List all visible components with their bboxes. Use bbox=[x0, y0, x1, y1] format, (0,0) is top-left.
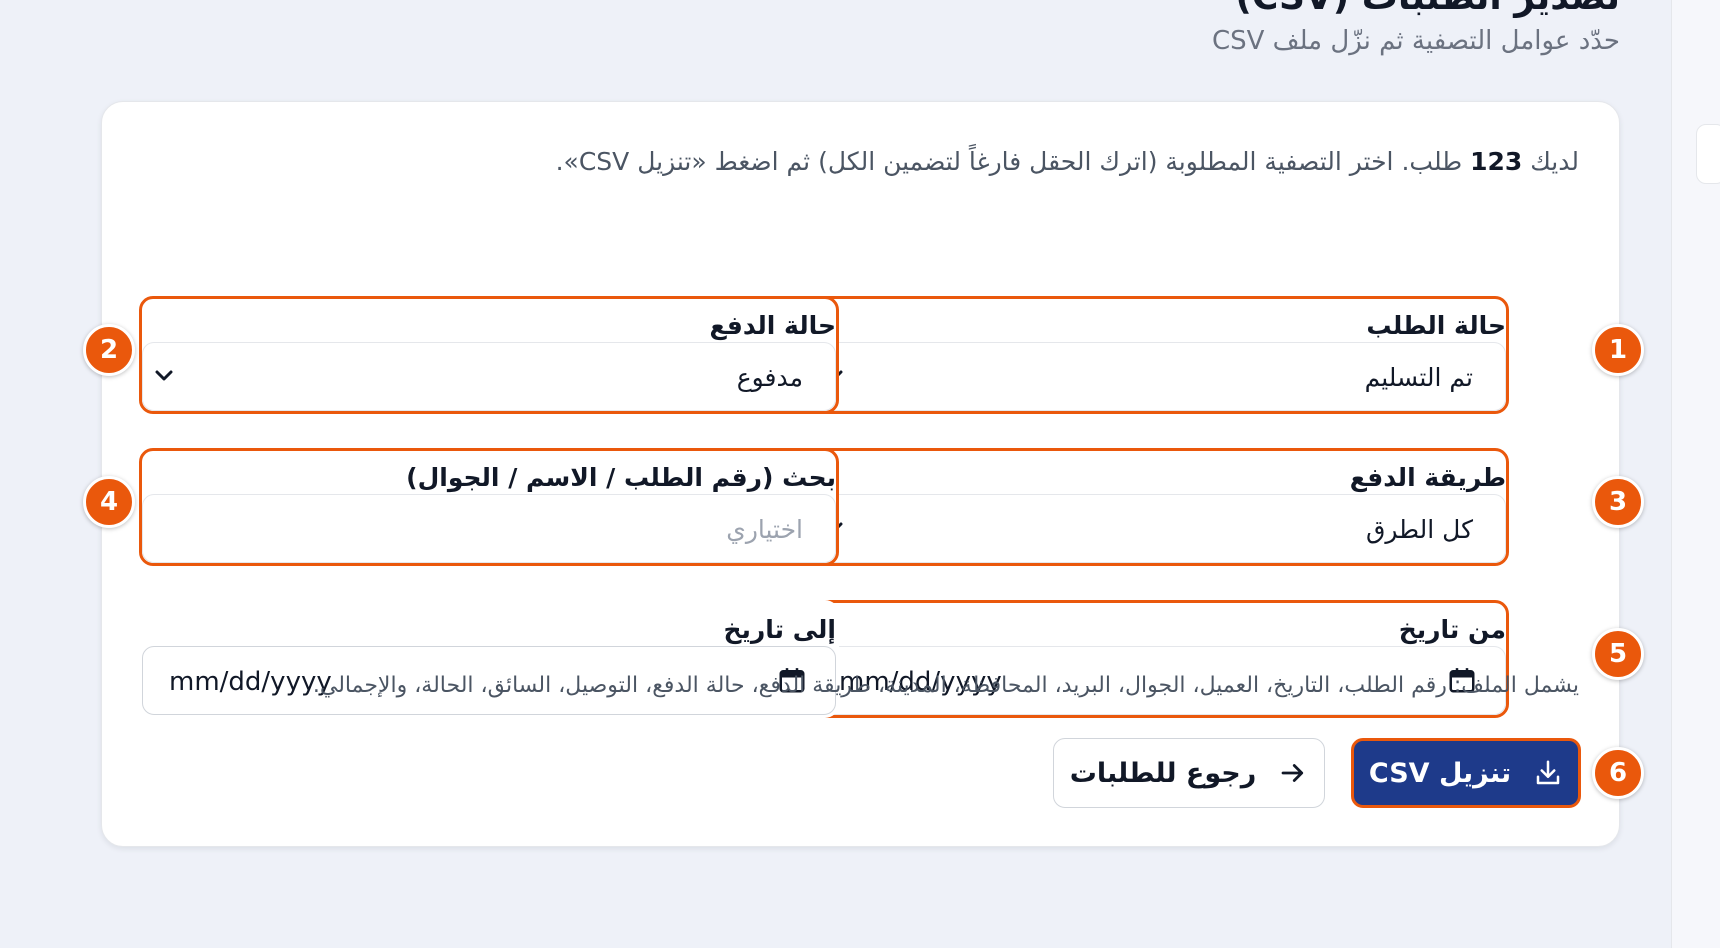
payment-method-label: طريقة الدفع bbox=[1349, 463, 1506, 492]
back-label: رجوع للطلبات bbox=[1069, 757, 1257, 789]
to-date-label: إلى تاريخ bbox=[723, 615, 836, 644]
step-badge-5: 5 bbox=[1592, 628, 1644, 680]
file-fields-note: يشمل الملف: رقم الطلب، التاريخ، العميل، … bbox=[312, 673, 1579, 698]
intro-text: لديك 123 طلب. اختر التصفية المطلوبة (اتر… bbox=[556, 147, 1579, 176]
export-card: لديك 123 طلب. اختر التصفية المطلوبة (اتر… bbox=[83, 101, 1644, 847]
from-date-label: من تاريخ bbox=[1398, 615, 1506, 644]
export-orders-page: تصدير الطلبات (CSV) حدّد عوامل التصفية ث… bbox=[0, 0, 1720, 948]
step-badge-4: 4 bbox=[83, 476, 135, 528]
search-input[interactable]: اختياري bbox=[142, 494, 836, 563]
download-label: تنزيل CSV bbox=[1368, 757, 1512, 789]
payment-status-select[interactable]: مدفوع bbox=[142, 342, 836, 411]
intro-suffix: طلب. اختر التصفية المطلوبة (اترك الحقل ف… bbox=[555, 147, 1463, 176]
order-status-label: حالة الطلب bbox=[1366, 311, 1506, 340]
step-badge-2: 2 bbox=[83, 324, 135, 376]
chevron-down-icon bbox=[151, 361, 177, 391]
side-panel bbox=[1671, 0, 1720, 948]
intro-prefix: لديك bbox=[1530, 147, 1579, 176]
order-status-select[interactable]: تم التسليم bbox=[812, 342, 1506, 411]
payment-method-field: طريقة الدفع كل الطرق bbox=[809, 448, 1509, 566]
step-badge-3: 3 bbox=[1592, 476, 1644, 528]
download-icon bbox=[1533, 758, 1563, 788]
to-date-value: mm/dd/yyyy bbox=[169, 667, 332, 697]
order-status-value: تم التسليم bbox=[1364, 363, 1473, 392]
search-label: بحث (رقم الطلب / الاسم / الجوال) bbox=[406, 463, 836, 492]
back-to-orders-button[interactable]: رجوع للطلبات bbox=[1053, 738, 1325, 808]
step-badge-1: 1 bbox=[1592, 324, 1644, 376]
arrow-right-icon bbox=[1278, 758, 1308, 788]
page-title: تصدير الطلبات (CSV) bbox=[1235, 0, 1620, 16]
payment-method-value: كل الطرق bbox=[1365, 515, 1473, 544]
search-placeholder: اختياري bbox=[726, 515, 803, 544]
payment-method-select[interactable]: كل الطرق bbox=[812, 494, 1506, 563]
search-field: بحث (رقم الطلب / الاسم / الجوال) اختياري bbox=[139, 448, 839, 566]
from-date-field: من تاريخ mm/dd/yyyy bbox=[809, 600, 1509, 718]
payment-status-field: حالة الدفع مدفوع bbox=[139, 296, 839, 414]
payment-status-value: مدفوع bbox=[736, 363, 803, 392]
page-subtitle: حدّد عوامل التصفية ثم نزّل ملف CSV bbox=[1211, 26, 1620, 56]
to-date-field: إلى تاريخ mm/dd/yyyy bbox=[139, 600, 839, 718]
order-status-field: حالة الطلب تم التسليم bbox=[809, 296, 1509, 414]
side-panel-item[interactable] bbox=[1696, 124, 1720, 184]
orders-count: 123 bbox=[1470, 147, 1523, 176]
download-csv-button[interactable]: تنزيل CSV bbox=[1351, 738, 1581, 808]
payment-status-label: حالة الدفع bbox=[709, 311, 836, 340]
step-badge-6: 6 bbox=[1592, 747, 1644, 799]
